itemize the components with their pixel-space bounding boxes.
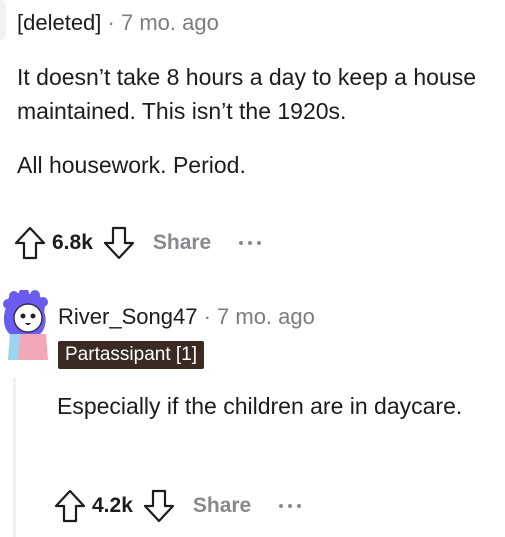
share-button[interactable]: Share [153, 231, 211, 255]
comment-author: [deleted] [17, 10, 102, 35]
comment-paragraph: It doesn’t take 8 hours a day to keep a … [17, 64, 477, 124]
upvote-icon[interactable] [52, 486, 88, 526]
comment-action-bar: 4.2k Share [52, 486, 302, 526]
parent-thread-line[interactable] [0, 0, 6, 40]
avatar[interactable] [0, 288, 50, 360]
comment-body: It doesn’t take 8 hours a day to keep a … [17, 60, 497, 202]
comment-timestamp[interactable]: 7 mo. ago [121, 10, 219, 35]
vote-score: 6.8k [52, 231, 93, 254]
comment-body: Especially if the children are in daycar… [57, 389, 487, 423]
share-button[interactable]: Share [193, 494, 251, 518]
downvote-icon[interactable] [101, 223, 137, 263]
comment-timestamp[interactable]: 7 mo. ago [217, 304, 315, 329]
downvote-icon[interactable] [141, 486, 177, 526]
vote-score: 4.2k [92, 494, 133, 517]
meta-separator: · [107, 10, 115, 35]
more-options-icon[interactable] [279, 504, 302, 508]
comment-author[interactable]: River_Song47 [58, 304, 197, 329]
comment-paragraph: Especially if the children are in daycar… [57, 393, 463, 419]
comment-action-bar: 6.8k Share [12, 223, 262, 263]
comment-header: River_Song47 · 7 mo. ago [58, 302, 315, 332]
meta-separator: · [203, 304, 211, 329]
user-flair-badge: Partassipant [1] [58, 341, 205, 369]
comment-header: [deleted] · 7 mo. ago [17, 8, 219, 38]
comment-thread-line[interactable] [13, 378, 16, 537]
more-options-icon[interactable] [239, 241, 262, 245]
upvote-icon[interactable] [12, 223, 48, 263]
comment-paragraph: All housework. Period. [17, 152, 246, 178]
